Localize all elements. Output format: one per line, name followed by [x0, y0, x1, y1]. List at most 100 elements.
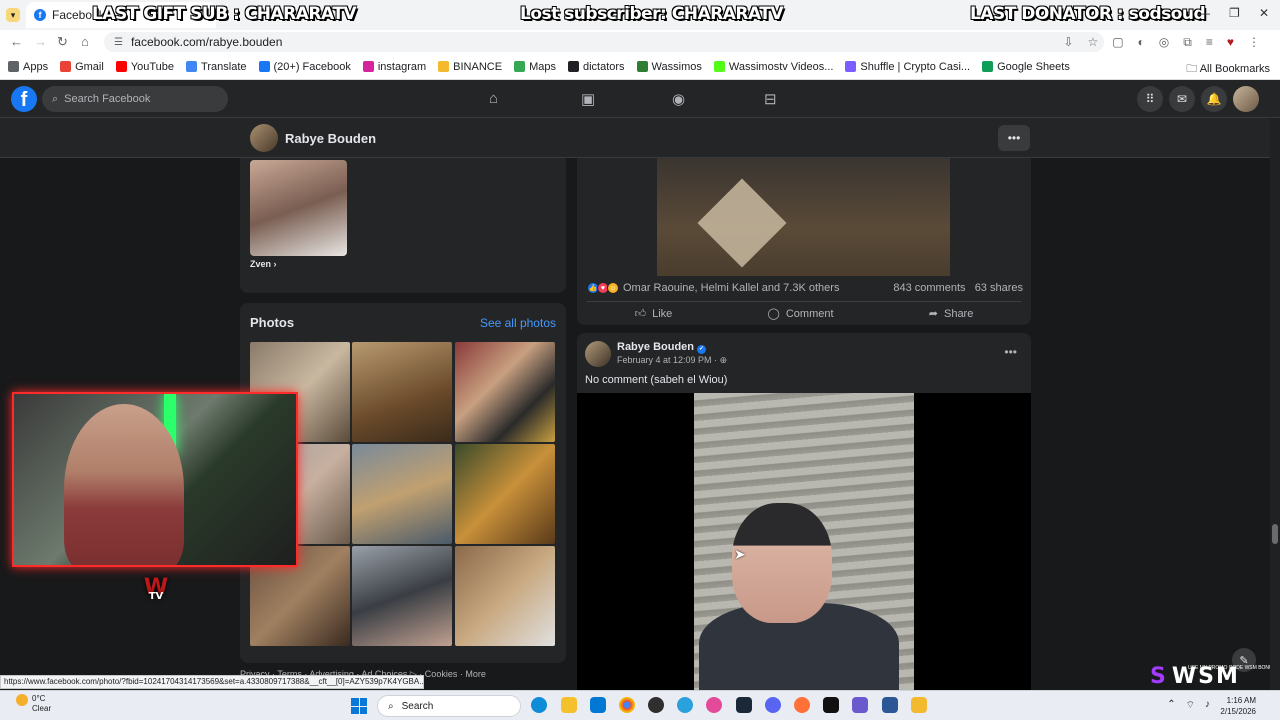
photo-thumbnail[interactable] — [455, 342, 555, 442]
search-icon: ⌕ — [388, 700, 394, 712]
photo-thumbnail[interactable] — [352, 444, 452, 544]
weather-icon — [16, 694, 28, 706]
notifications-bell-icon[interactable]: 🔔 — [1201, 86, 1227, 112]
shares-count[interactable]: 63 shares — [975, 282, 1023, 294]
back-arrow-icon[interactable]: ← — [10, 34, 23, 49]
scrollbar-thumb[interactable] — [1272, 524, 1278, 544]
site-info-icon[interactable]: ☰ — [114, 37, 123, 48]
close-icon[interactable]: ✕ — [1259, 6, 1269, 20]
extension-icon[interactable]: ◎ — [1159, 35, 1169, 50]
reactions-summary[interactable]: 👍 ♥ ☺ Omar Raouine, Helmi Kallel and 7.3… — [587, 282, 839, 294]
firefox-icon[interactable] — [794, 697, 810, 713]
all-bookmarks-button[interactable]: 🗀 All Bookmarks — [1186, 60, 1270, 79]
facebook-search-input[interactable]: ⌕ Search Facebook — [42, 86, 228, 112]
bookmark-shuffle[interactable]: Shuffle | Crypto Casi... — [845, 61, 970, 73]
volume-icon[interactable]: ♪ — [1205, 699, 1210, 712]
facebook-logo-icon[interactable]: f — [11, 86, 37, 112]
extension-icon[interactable]: ◐ — [1138, 35, 1145, 50]
bookmark-translate[interactable]: Translate — [186, 60, 247, 73]
comment-button[interactable]: ◯ Comment — [768, 307, 834, 321]
home-nav-icon[interactable]: ⌂ — [489, 90, 498, 107]
reading-list-icon[interactable]: ≡ — [1206, 35, 1213, 50]
file-explorer-icon[interactable] — [561, 697, 577, 713]
gaming-nav-icon[interactable]: ⊟ — [764, 90, 777, 108]
profile-avatar[interactable] — [250, 124, 278, 152]
app-icon[interactable] — [882, 697, 898, 713]
video-nav-icon[interactable]: ▣ — [581, 90, 595, 108]
weather-widget[interactable]: 0°C Clear — [16, 694, 51, 714]
taskbar-search-input[interactable]: ⌕ Search — [377, 695, 521, 717]
steam-icon[interactable] — [736, 697, 752, 713]
obs-icon[interactable] — [648, 697, 664, 713]
binance-icon[interactable] — [911, 697, 927, 713]
bookmark-dictators[interactable]: dictators — [567, 61, 625, 73]
post-image[interactable] — [657, 158, 950, 276]
system-tray: ⌃ ⌔ ♪ — [1167, 699, 1210, 712]
facebook-header: f ⌕ Search Facebook ⌂ ▣ ◉ ⊟ ⠿ ✉ 🔔 — [0, 80, 1280, 118]
verified-badge-icon: ✓ — [697, 345, 707, 354]
store-icon[interactable] — [590, 697, 606, 713]
capcut-icon[interactable] — [823, 697, 839, 713]
see-all-photos-link[interactable]: See all photos — [480, 316, 556, 330]
opera-icon[interactable] — [706, 697, 722, 713]
like-button[interactable]: 👍︎ Like — [635, 307, 673, 321]
tab-search-button[interactable]: ▾ — [6, 8, 20, 22]
bookmark-label: BINANCE — [453, 60, 503, 73]
discord-icon[interactable] — [765, 697, 781, 713]
chrome-icon[interactable] — [619, 697, 635, 713]
photo-thumbnail[interactable] — [352, 342, 452, 442]
edge-icon[interactable] — [531, 697, 547, 713]
bookmark-label: Maps — [529, 60, 556, 73]
telegram-icon[interactable] — [677, 697, 693, 713]
bookmark-star-icon[interactable]: ☆ — [1087, 35, 1098, 50]
friend-name[interactable]: Zven › — [250, 259, 277, 269]
bookmark-wassimostv-videos[interactable]: Wassimostv Videos... — [713, 61, 833, 73]
network-icon[interactable]: ⌔ — [1186, 699, 1195, 712]
bookmark-youtube[interactable]: YouTube — [115, 61, 174, 73]
bookmark-wassimos[interactable]: Wassimos — [636, 61, 702, 73]
bookmark-apps[interactable]: Apps — [8, 61, 48, 73]
compass-floor-pattern — [697, 178, 787, 268]
post-date[interactable]: February 4 at 12:09 PM · ⊕ — [617, 355, 727, 366]
extensions-puzzle-icon[interactable]: ⧉ — [1183, 35, 1192, 50]
tray-chevron-icon[interactable]: ⌃ — [1167, 699, 1175, 712]
photo-thumbnail[interactable] — [352, 546, 452, 646]
photo-thumbnail[interactable] — [455, 546, 555, 646]
post-video[interactable] — [577, 393, 1031, 693]
bookmark-google-sheets[interactable]: Google Sheets — [982, 61, 1070, 73]
home-icon[interactable]: ⌂ — [81, 34, 89, 49]
browser-menu-icon[interactable]: ⋮ — [1248, 35, 1260, 50]
more-options-icon[interactable]: ••• — [998, 125, 1030, 151]
comments-count[interactable]: 843 comments — [893, 282, 965, 294]
maps-icon — [514, 61, 526, 72]
friend-photo[interactable] — [250, 160, 347, 256]
forward-arrow-icon[interactable]: → — [34, 34, 47, 49]
extension-icon[interactable]: ▢ — [1112, 35, 1123, 50]
post-author-avatar[interactable] — [585, 341, 611, 367]
menu-grid-icon[interactable]: ⠿ — [1137, 86, 1163, 112]
groups-nav-icon[interactable]: ◉ — [672, 90, 685, 108]
windows-start-icon[interactable] — [351, 698, 367, 714]
app-icon[interactable] — [852, 697, 868, 713]
bookmark-label: Translate — [201, 60, 247, 73]
bookmark-binance[interactable]: BINANCE — [438, 61, 502, 73]
messenger-icon[interactable]: ✉ — [1169, 86, 1195, 112]
taskbar-clock[interactable]: 1:16 AM 2/15/2026 — [1220, 695, 1256, 717]
install-icon[interactable]: ⇩ — [1063, 35, 1073, 50]
reload-icon[interactable]: ↻ — [57, 34, 68, 50]
share-button[interactable]: ➦ Share — [929, 307, 974, 321]
maximize-icon[interactable]: ❐ — [1229, 6, 1240, 20]
page-scrollbar[interactable] — [1270, 118, 1280, 690]
profile-icon[interactable]: ♥ — [1227, 35, 1234, 50]
bookmark-instagram[interactable]: instagram — [362, 61, 426, 73]
bookmark-facebook[interactable]: (20+) Facebook — [258, 61, 351, 73]
url-input[interactable]: ☰ facebook.com/rabye.bouden — [104, 32, 1104, 52]
post-author[interactable]: Rabye Bouden ✓ — [617, 341, 707, 354]
bookmark-maps[interactable]: Maps — [514, 61, 556, 73]
bookmark-gmail[interactable]: Gmail — [60, 61, 104, 73]
profile-name[interactable]: Rabye Bouden — [285, 131, 376, 146]
photo-thumbnail[interactable] — [455, 444, 555, 544]
post-more-options-icon[interactable]: ••• — [1004, 345, 1017, 359]
account-avatar[interactable] — [1233, 86, 1259, 112]
minimize-icon[interactable]: — — [1198, 6, 1210, 20]
